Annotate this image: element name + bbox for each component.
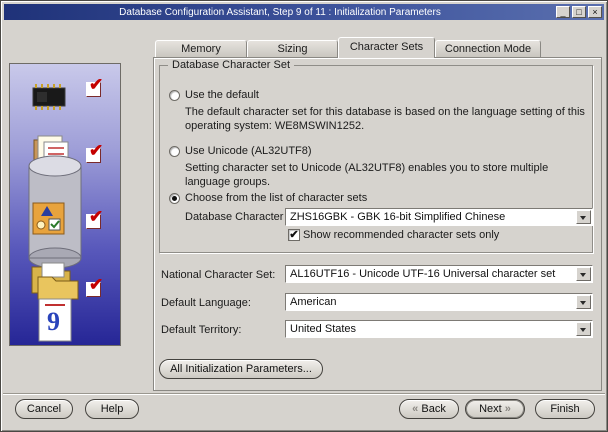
use-default-description: The default character set for this datab… [185,106,585,132]
back-chevron-icon: « [412,403,419,415]
database-character-set-value: ZHS16GBK - GBK 16-bit Simplified Chinese [290,211,506,223]
tab-sizing[interactable]: Sizing [247,40,338,57]
use-unicode-radio[interactable] [169,146,180,157]
clock-icon: 9 [36,296,76,345]
use-default-label[interactable]: Use the default [185,89,259,101]
chevron-down-icon[interactable] [576,295,591,309]
svg-text:9: 9 [47,307,60,336]
default-language-label: Default Language: [161,297,251,309]
default-territory-select[interactable]: United States [285,320,593,338]
next-button-label: Next [479,403,502,415]
chevron-down-icon[interactable] [576,210,591,224]
footer-separator [3,393,605,395]
close-button[interactable]: × [588,6,602,18]
finish-button[interactable]: Finish [535,399,595,419]
group-title: Database Character Set [168,59,295,71]
tab-character-sets[interactable]: Character Sets [338,37,435,58]
memory-chip-icon [26,82,72,117]
window-title: Database Configuration Assistant, Step 9… [119,6,441,18]
next-chevron-icon: » [504,403,511,415]
choose-from-list-radio[interactable] [169,193,180,204]
dbca-window: Database Configuration Assistant, Step 9… [0,0,608,432]
step-check-icon: ✔ [86,141,103,163]
back-button[interactable]: « Back [399,399,459,419]
default-territory-label: Default Territory: [161,324,242,336]
use-default-radio[interactable] [169,90,180,101]
next-button[interactable]: Next » [465,399,525,419]
use-unicode-description: Setting character set to Unicode (AL32UT… [185,162,549,188]
help-button[interactable]: Help [85,399,139,419]
all-initialization-parameters-button[interactable]: All Initialization Parameters... [159,359,323,379]
use-unicode-label[interactable]: Use Unicode (AL32UTF8) [185,145,312,157]
choose-from-list-label[interactable]: Choose from the list of character sets [185,192,367,204]
character-sets-badge-icon [32,202,66,241]
database-character-set-select[interactable]: ZHS16GBK - GBK 16-bit Simplified Chinese [285,208,593,226]
step-check-icon: ✔ [86,275,103,297]
national-character-set-value: AL16UTF16 - Unicode UTF-16 Universal cha… [290,268,556,280]
national-character-set-label: National Character Set: [161,269,276,281]
wizard-graphic-panel: 9 ✔ ✔ ✔ ✔ [9,63,121,346]
step-check-icon: ✔ [86,75,103,97]
minimize-button[interactable]: _ [556,6,570,18]
show-recommended-checkbox[interactable]: ✔ [288,229,300,241]
maximize-button[interactable]: □ [572,6,586,18]
chevron-down-icon[interactable] [576,322,591,336]
tab-memory[interactable]: Memory [155,40,247,57]
show-recommended-label[interactable]: Show recommended character sets only [303,229,499,241]
default-territory-value: United States [290,323,357,335]
step-check-icon: ✔ [86,207,103,229]
national-character-set-select[interactable]: AL16UTF16 - Unicode UTF-16 Universal cha… [285,265,593,283]
cancel-button[interactable]: Cancel [15,399,73,419]
default-language-select[interactable]: American [285,293,593,311]
back-button-label: Back [421,403,446,415]
title-bar[interactable]: Database Configuration Assistant, Step 9… [4,4,604,20]
chevron-down-icon[interactable] [576,267,591,281]
default-language-value: American [290,296,337,308]
tab-connection-mode[interactable]: Connection Mode [435,40,541,57]
